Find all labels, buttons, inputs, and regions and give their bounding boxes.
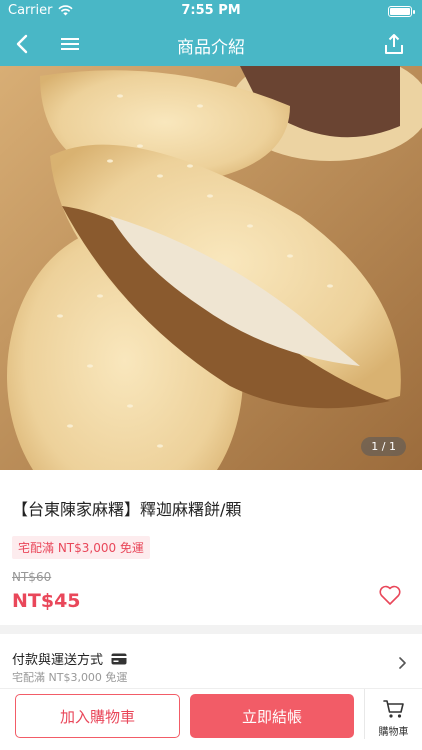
nav-bar: 商品介紹 [0,22,422,66]
heart-icon [379,585,401,605]
chevron-right-icon [399,657,406,669]
pastry-illustration [0,66,422,470]
share-icon [385,34,403,54]
credit-card-icon [111,653,127,664]
share-button[interactable] [380,30,408,58]
payment-sub: 宅配滿 NT$3,000 免運 [12,671,128,684]
product-image[interactable]: 1 / 1 [0,66,422,470]
status-bar: Carrier 7:55 PM [0,0,422,22]
status-time: 7:55 PM [181,3,241,18]
image-counter: 1 / 1 [361,437,406,456]
battery-icon [388,6,415,17]
cart-label: 購物車 [378,727,409,738]
section-divider [0,625,422,634]
sale-price: NT$45 [12,590,81,612]
add-to-cart-button[interactable]: 加入購物車 [15,694,180,738]
shipping-tag: 宅配滿 NT$3,000 免運 [12,536,150,559]
buy-now-button[interactable]: 立即結帳 [190,694,354,738]
page-title: 商品介紹 [177,38,245,58]
product-name: 【台東陳家麻糬】釋迦麻糬餅/顆 [12,500,242,519]
favorite-button[interactable] [378,584,402,608]
bottom-action-bar: 加入購物車 立即結帳 購物車 [0,688,422,750]
payment-shipping-row[interactable]: 付款與運送方式 宅配滿 NT$3,000 免運 [0,634,422,688]
cart-button[interactable]: 購物車 [364,689,422,739]
payment-label: 付款與運送方式 [12,653,104,668]
cart-icon [383,700,404,718]
payment-label-wrap: 付款與運送方式 [12,649,127,668]
original-price: NT$60 [12,570,52,584]
